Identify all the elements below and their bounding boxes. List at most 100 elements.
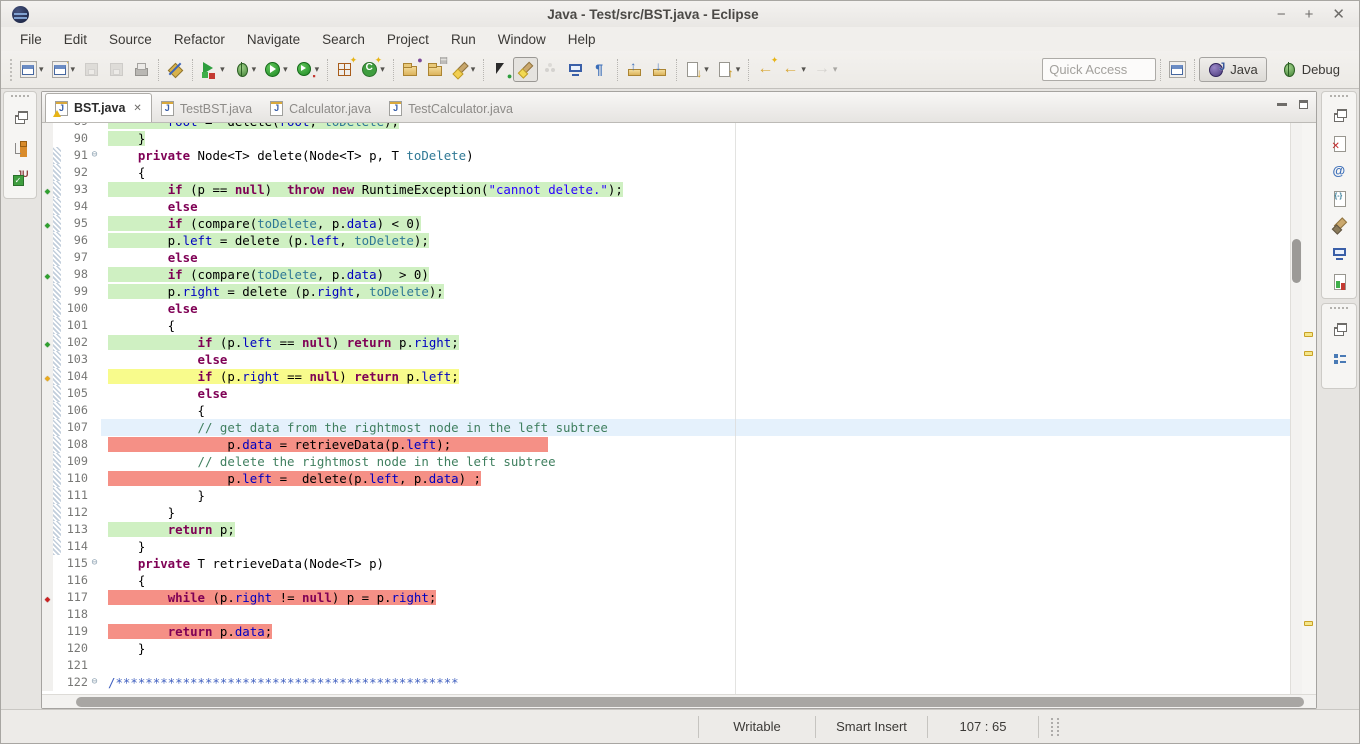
line-number[interactable]: 121	[61, 657, 88, 674]
gutter-marker-column[interactable]	[42, 385, 53, 402]
tab-testbst-java[interactable]: TestBST.java	[152, 95, 261, 122]
line-number[interactable]: 89	[61, 123, 88, 130]
error-log-view-button[interactable]	[1327, 132, 1351, 154]
line-number[interactable]: 97	[61, 249, 88, 266]
gutter-marker-column[interactable]	[42, 640, 53, 657]
gutter-marker-column[interactable]	[42, 198, 53, 215]
code-editor[interactable]: 89 root = delete(root, toDelete);90 }91⊖…	[42, 123, 1316, 694]
code-line-text[interactable]: if (p.right == null) return p.left;	[101, 368, 1290, 385]
print-button[interactable]	[129, 57, 154, 82]
code-line-text[interactable]: if (p.left == null) return p.right;	[101, 334, 1290, 351]
gutter-marker-column[interactable]	[42, 470, 53, 487]
editor-minimize-button[interactable]	[1277, 103, 1287, 106]
new-java-project-button[interactable]: ✦	[332, 57, 357, 82]
line-number[interactable]: 98	[61, 266, 88, 283]
code-line-text[interactable]: else	[101, 385, 1290, 402]
open-perspective-button[interactable]: ✦	[1165, 57, 1190, 82]
code-line-text[interactable]: {	[101, 402, 1290, 419]
trim-grip[interactable]	[11, 95, 29, 99]
close-button[interactable]: ✕	[1332, 7, 1345, 22]
new-java-class-button[interactable]: ✦▾	[357, 57, 389, 82]
code-line-text[interactable]: {	[101, 164, 1290, 181]
line-number[interactable]: 103	[61, 351, 88, 368]
fold-marker-icon[interactable]: ⊖	[88, 674, 101, 691]
code-line-text[interactable]: else	[101, 300, 1290, 317]
code-line-text[interactable]	[101, 606, 1290, 623]
code-line-text[interactable]: if (compare(toDelete, p.data) < 0)	[101, 215, 1290, 232]
menu-search[interactable]: Search	[311, 29, 376, 50]
line-number[interactable]: 90	[61, 130, 88, 147]
code-line-text[interactable]: root = delete(root, toDelete);	[101, 123, 1290, 130]
tab-close-icon[interactable]: ✕	[133, 103, 141, 114]
line-number[interactable]: 118	[61, 606, 88, 623]
gutter-marker-column[interactable]	[42, 453, 53, 470]
gutter-marker-column[interactable]	[42, 657, 53, 674]
tab-testcalculator-java[interactable]: TestCalculator.java	[380, 95, 522, 122]
gutter-marker-column[interactable]	[42, 555, 53, 572]
restore-view-button[interactable]	[8, 105, 32, 129]
code-line-text[interactable]: // delete the rightmost node in the left…	[101, 453, 1290, 470]
dropdown-arrow-icon[interactable]: ▾	[283, 64, 288, 75]
menu-project[interactable]: Project	[376, 29, 440, 50]
gutter-marker-column[interactable]: ◆	[42, 181, 53, 198]
line-number[interactable]: 120	[61, 640, 88, 657]
code-line-text[interactable]: private T retrieveData(Node<T> p)	[101, 555, 1290, 572]
menu-help[interactable]: Help	[557, 29, 607, 50]
overview-ruler[interactable]	[1302, 123, 1316, 694]
code-line-text[interactable]: else	[101, 198, 1290, 215]
code-line-text[interactable]: p.right = delete (p.right, toDelete);	[101, 283, 1290, 300]
code-line-text[interactable]: if (compare(toDelete, p.data) > 0)	[101, 266, 1290, 283]
annotate-view-button[interactable]	[1327, 215, 1351, 237]
menu-run[interactable]: Run	[440, 29, 487, 50]
line-number[interactable]: 111	[61, 487, 88, 504]
gutter-marker-column[interactable]	[42, 674, 53, 691]
fold-marker-icon[interactable]: ⊖	[88, 147, 101, 164]
code-line-text[interactable]: if (p == null) throw new RuntimeExceptio…	[101, 181, 1290, 198]
line-number[interactable]: 107	[61, 419, 88, 436]
annotation-marker-icon[interactable]	[1304, 621, 1313, 626]
export-button[interactable]	[622, 57, 647, 82]
line-number[interactable]: 101	[61, 317, 88, 334]
back-button[interactable]: ▾	[778, 57, 810, 82]
new-java-wizard-button[interactable]: ✦▾	[48, 57, 80, 82]
line-number[interactable]: 112	[61, 504, 88, 521]
line-number[interactable]: 108	[61, 436, 88, 453]
code-line-text[interactable]: }	[101, 487, 1290, 504]
dropdown-arrow-icon[interactable]: ▾	[833, 64, 838, 75]
line-number[interactable]: 106	[61, 402, 88, 419]
dropdown-arrow-icon[interactable]: ▾	[39, 64, 44, 75]
type-hierarchy-view-button[interactable]	[8, 135, 32, 159]
outline-view-button[interactable]	[1327, 347, 1351, 371]
gutter-marker-column[interactable]	[42, 164, 53, 181]
line-number[interactable]: 102	[61, 334, 88, 351]
dropdown-arrow-icon[interactable]: ▾	[704, 64, 709, 75]
line-number[interactable]: 122	[61, 674, 88, 691]
line-number[interactable]: 99	[61, 283, 88, 300]
dropdown-arrow-icon[interactable]: ▾	[252, 64, 257, 75]
coverage-view-button[interactable]	[1327, 270, 1351, 292]
line-number[interactable]: 110	[61, 470, 88, 487]
code-line-text[interactable]: }	[101, 640, 1290, 657]
code-line-text[interactable]: while (p.right != null) p = p.right;	[101, 589, 1290, 606]
new-wizard-button[interactable]: ✦▾	[16, 57, 48, 82]
dropdown-arrow-icon[interactable]: ▾	[471, 64, 476, 75]
next-annotation-button[interactable]: ▾	[681, 57, 713, 82]
dropdown-arrow-icon[interactable]: ▾	[71, 64, 76, 75]
annotation-marker-icon[interactable]	[1304, 351, 1313, 356]
line-number[interactable]: 113	[61, 521, 88, 538]
search-button[interactable]: ▾	[448, 57, 480, 82]
tab-bst-java[interactable]: BST.java✕	[45, 93, 152, 122]
menu-file[interactable]: File	[9, 29, 53, 50]
gutter-marker-column[interactable]: ◆	[42, 589, 53, 606]
code-line-text[interactable]: // get data from the rightmost node in t…	[101, 419, 1290, 436]
line-number[interactable]: 91	[61, 147, 88, 164]
line-number[interactable]: 109	[61, 453, 88, 470]
mark-occurrences-button[interactable]	[513, 57, 538, 82]
gutter-marker-column[interactable]	[42, 606, 53, 623]
line-number[interactable]: 115	[61, 555, 88, 572]
menu-edit[interactable]: Edit	[53, 29, 98, 50]
line-number[interactable]: 114	[61, 538, 88, 555]
maximize-button[interactable]: +	[1305, 7, 1314, 22]
code-line-text[interactable]: }	[101, 538, 1290, 555]
gutter-marker-column[interactable]: ◆	[42, 215, 53, 232]
